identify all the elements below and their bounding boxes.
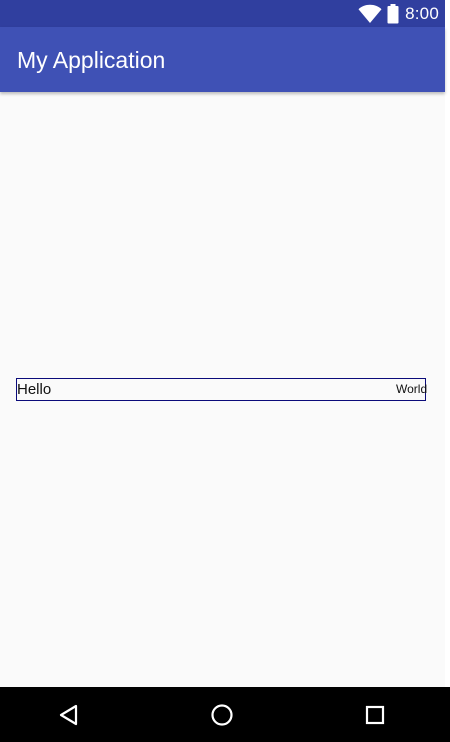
app-title: My Application (17, 47, 166, 73)
recents-button[interactable] (361, 701, 389, 729)
home-icon (211, 704, 233, 726)
status-time: 8:00 (405, 3, 439, 23)
screen-edge (445, 0, 450, 742)
status-bar: 8:00 (0, 0, 445, 27)
back-icon (59, 704, 78, 726)
app-bar: My Application (0, 27, 445, 92)
world-label: World (396, 382, 428, 396)
hello-label: Hello (17, 381, 52, 398)
battery-icon (387, 3, 399, 23)
wifi-icon (358, 4, 382, 23)
status-icons: 8:00 (358, 0, 439, 27)
back-button[interactable] (54, 701, 82, 729)
phone-screen: 8:00 My Application Hello World (0, 0, 450, 742)
content-area: Hello World (0, 92, 445, 687)
text-row: Hello World (16, 378, 428, 401)
recents-icon (365, 705, 385, 725)
home-button[interactable] (208, 701, 236, 729)
navigation-bar (0, 687, 450, 742)
